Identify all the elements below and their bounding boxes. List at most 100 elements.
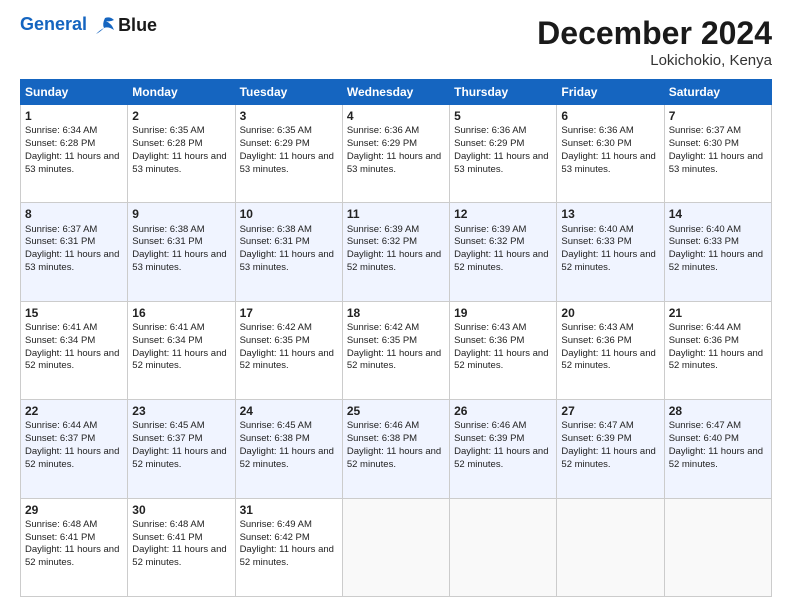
- sunrise-text: Sunrise: 6:47 AM: [669, 420, 741, 431]
- day-number: 1: [25, 108, 123, 124]
- daylight-text: Daylight: 11 hours and 53 minutes.: [240, 151, 334, 175]
- sunrise-text: Sunrise: 6:48 AM: [25, 519, 97, 530]
- table-row: [342, 498, 449, 596]
- sunset-text: Sunset: 6:29 PM: [454, 138, 524, 149]
- table-row: 16Sunrise: 6:41 AM Sunset: 6:34 PM Dayligh…: [128, 301, 235, 399]
- sunrise-text: Sunrise: 6:36 AM: [561, 125, 633, 136]
- calendar-week-row: 15Sunrise: 6:41 AMSunset: 6:34 PMDayligh…: [21, 301, 772, 399]
- sunrise-text: Sunrise: 6:45 AM: [132, 420, 204, 431]
- day-number: 27: [561, 403, 659, 419]
- sunset-text: Sunset: 6:35 PM: [347, 335, 417, 346]
- month-title: December 2024: [537, 15, 772, 52]
- day-number: 20: [561, 305, 659, 321]
- daylight-text: Daylight: 11 hours and 52 minutes.: [561, 348, 655, 372]
- sunset-text: Sunset: 6:29 PM: [240, 138, 310, 149]
- sunset-text: Sunset: 6:31 PM: [25, 236, 95, 247]
- logo-text: General: [20, 15, 116, 35]
- header: General Blue December 2024 Lokichokio, K…: [20, 15, 772, 69]
- sunset-text: Sunset: 6:32 PM: [347, 236, 417, 247]
- table-row: 31Sunrise: 6:49 AMSunset: 6:42 PMDayligh…: [235, 498, 342, 596]
- table-row: [557, 498, 664, 596]
- daylight-text: Daylight: 11 hours and 52 minutes.: [25, 544, 119, 568]
- daylight-text: Daylight: 11 hours and 52 minutes.: [347, 249, 441, 273]
- daylight-text: Daylight: 11 hours and 52 minutes.: [454, 348, 548, 372]
- title-area: December 2024 Lokichokio, Kenya: [537, 15, 772, 69]
- daylight-text: Daylight: 11 hours and 52 minutes.: [132, 544, 226, 568]
- day-number: 23: [132, 403, 230, 419]
- day-number: 24: [240, 403, 338, 419]
- col-thursday: Thursday: [450, 80, 557, 105]
- calendar-week-row: 1Sunrise: 6:34 AMSunset: 6:28 PMDaylight…: [21, 105, 772, 203]
- logo-general: General: [20, 14, 87, 34]
- sunrise-text: Sunrise: 6:36 AM: [454, 125, 526, 136]
- daylight-text: Daylight: 11 hours and 52 minutes.: [132, 348, 226, 372]
- day-number: 30: [132, 502, 230, 518]
- sunset-text: Sunset: 6:42 PM: [240, 532, 310, 543]
- day-number: 26: [454, 403, 552, 419]
- sunrise-text: Sunrise: 6:44 AM: [25, 420, 97, 431]
- location: Lokichokio, Kenya: [537, 52, 772, 69]
- table-row: 24Sunrise: 6:45 AMSunset: 6:38 PMDayligh…: [235, 400, 342, 498]
- sunrise-text: Sunrise: 6:38 AM: [240, 224, 312, 235]
- day-number: 13: [561, 206, 659, 222]
- sunset-text: Sunset: 6:33 PM: [561, 236, 631, 247]
- sunset-text: Sunset: 6:31 PM: [240, 236, 310, 247]
- day-number: 21: [669, 305, 767, 321]
- daylight-text: Daylight: 11 hours and 53 minutes.: [25, 249, 119, 273]
- sunrise-text: Sunrise: 6:46 AM: [454, 420, 526, 431]
- sunset-text: Sunset: 6:39 PM: [454, 433, 524, 444]
- sunrise-text: Sunrise: 6:37 AM: [669, 125, 741, 136]
- table-row: 13Sunrise: 6:40 AMSunset: 6:33 PMDayligh…: [557, 203, 664, 301]
- sunset-text: Sunset: 6:37 PM: [132, 433, 202, 444]
- sunset-text: Sunset: 6:34 PM: [132, 335, 202, 346]
- calendar-header-row: Sunday Monday Tuesday Wednesday Thursday…: [21, 80, 772, 105]
- table-row: 28Sunrise: 6:47 AMSunset: 6:40 PMDayligh…: [664, 400, 771, 498]
- table-row: 21Sunrise: 6:44 AMSunset: 6:36 PMDayligh…: [664, 301, 771, 399]
- day-number: 16: [132, 305, 230, 321]
- day-number: 2: [132, 108, 230, 124]
- daylight-text: Daylight: 11 hours and 52 minutes.: [25, 446, 119, 470]
- day-number: 25: [347, 403, 445, 419]
- logo-bird-icon: [94, 16, 116, 36]
- daylight-text: Daylight: 11 hours and 52 minutes.: [240, 446, 334, 470]
- sunset-text: Sunset: 6:37 PM: [25, 433, 95, 444]
- daylight-text: Daylight: 11 hours and 53 minutes.: [561, 151, 655, 175]
- sunrise-text: Sunrise: 6:39 AM: [454, 224, 526, 235]
- daylight-text: Daylight: 11 hours and 52 minutes.: [669, 446, 763, 470]
- page: General Blue December 2024 Lokichokio, K…: [0, 0, 792, 612]
- table-row: 22Sunrise: 6:44 AMSunset: 6:37 PMDayligh…: [21, 400, 128, 498]
- col-sunday: Sunday: [21, 80, 128, 105]
- col-tuesday: Tuesday: [235, 80, 342, 105]
- sunrise-text: Sunrise: 6:43 AM: [454, 322, 526, 333]
- day-number: 31: [240, 502, 338, 518]
- table-row: 10Sunrise: 6:38 AMSunset: 6:31 PMDayligh…: [235, 203, 342, 301]
- sunrise-text: Sunrise: 6:35 AM: [132, 125, 204, 136]
- col-wednesday: Wednesday: [342, 80, 449, 105]
- day-number: 11: [347, 206, 445, 222]
- calendar-table: Sunday Monday Tuesday Wednesday Thursday…: [20, 79, 772, 597]
- table-row: 12Sunrise: 6:39 AMSunset: 6:32 PMDayligh…: [450, 203, 557, 301]
- table-row: 26Sunrise: 6:46 AMSunset: 6:39 PMDayligh…: [450, 400, 557, 498]
- sunrise-text: Sunrise: 6:40 AM: [561, 224, 633, 235]
- daylight-text: Daylight: 11 hours and 53 minutes.: [454, 151, 548, 175]
- sunset-text: Sunset: 6:31 PM: [132, 236, 202, 247]
- daylight-text: Daylight: 11 hours and 52 minutes.: [347, 348, 441, 372]
- table-row: 1Sunrise: 6:34 AMSunset: 6:28 PMDaylight…: [21, 105, 128, 203]
- sunrise-text: Sunrise: 6:49 AM: [240, 519, 312, 530]
- table-row: 8Sunrise: 6:37 AMSunset: 6:31 PMDaylight…: [21, 203, 128, 301]
- sunrise-text: Sunrise: 6:36 AM: [347, 125, 419, 136]
- table-row: 4Sunrise: 6:36 AMSunset: 6:29 PMDaylight…: [342, 105, 449, 203]
- daylight-text: Daylight: 11 hours and 52 minutes.: [454, 249, 548, 273]
- table-row: 20Sunrise: 6:43 AMSunset: 6:36 PMDayligh…: [557, 301, 664, 399]
- sunset-text: Sunset: 6:36 PM: [454, 335, 524, 346]
- day-number: 19: [454, 305, 552, 321]
- table-row: 2Sunrise: 6:35 AMSunset: 6:28 PMDaylight…: [128, 105, 235, 203]
- daylight-text: Daylight: 11 hours and 52 minutes.: [347, 446, 441, 470]
- sunrise-text: Sunrise: 6:41 AM: [132, 322, 204, 333]
- daylight-text: Daylight: 11 hours and 53 minutes.: [240, 249, 334, 273]
- day-number: 4: [347, 108, 445, 124]
- sunset-text: Sunset: 6:29 PM: [347, 138, 417, 149]
- table-row: 9Sunrise: 6:38 AMSunset: 6:31 PMDaylight…: [128, 203, 235, 301]
- logo-blue: Blue: [118, 15, 157, 36]
- sunset-text: Sunset: 6:35 PM: [240, 335, 310, 346]
